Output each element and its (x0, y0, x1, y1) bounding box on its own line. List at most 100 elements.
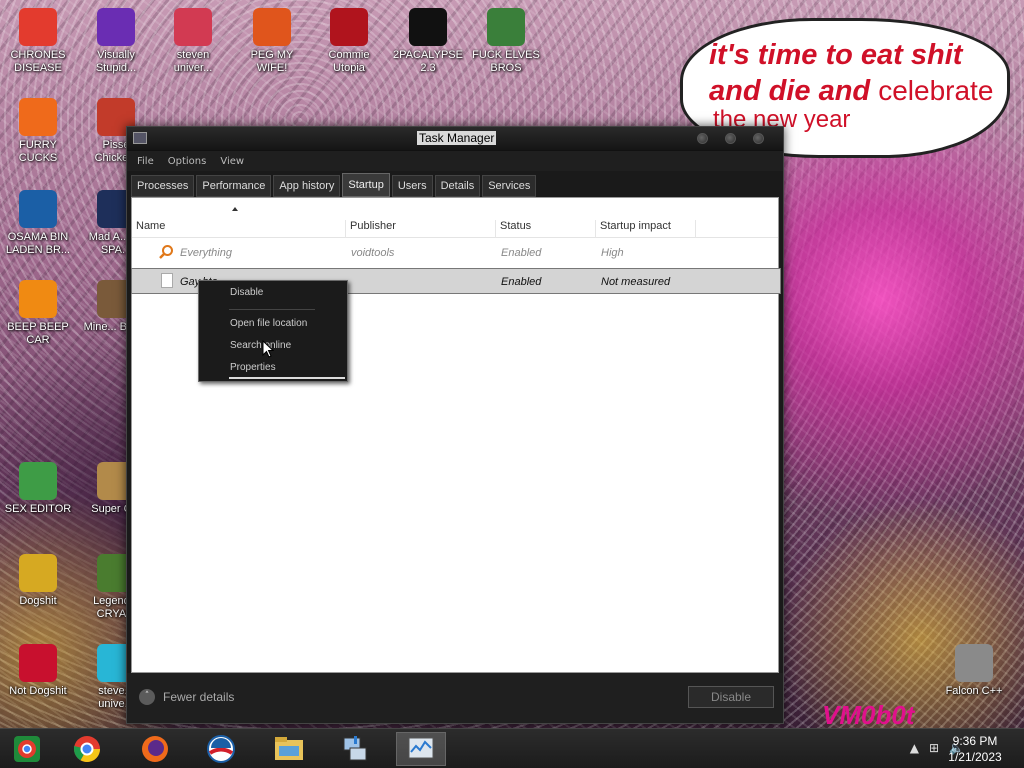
desktop-shortcut[interactable]: Dogshit (3, 554, 73, 608)
desktop-shortcut[interactable]: OSAMA BIN LADEN BR... (3, 190, 73, 257)
close-button[interactable] (753, 133, 764, 144)
taskbar-obama[interactable] (196, 732, 246, 766)
commie-icon (330, 8, 368, 46)
task-manager-window: Task Manager File Options View Processes… (126, 126, 784, 724)
desktop-shortcut-label: FUCK ELVES BROS (472, 49, 540, 74)
desktop-shortcut[interactable]: Falcon C++ (939, 644, 1009, 698)
elf-icon (487, 8, 525, 46)
desktop-shortcut[interactable]: Not Dogshit (3, 644, 73, 698)
fewer-details-link[interactable]: Fewer details (163, 690, 234, 704)
desktop-shortcut[interactable]: BEEP BEEP CAR (3, 280, 73, 347)
tab-app-history[interactable]: App history (273, 175, 341, 197)
row-impact: Not measured (601, 276, 671, 288)
menu-bar: File Options View (127, 151, 783, 171)
context-menu-open-file-location[interactable]: Open file location (230, 318, 307, 329)
desktop-shortcut[interactable]: SEX EDITOR (3, 462, 73, 516)
network-tool-icon (343, 736, 367, 761)
column-header-status[interactable]: Status (496, 220, 596, 238)
obama-icon (207, 735, 235, 763)
desktop-shortcut[interactable]: steven univer... (158, 8, 228, 75)
desktop-shortcut-label: BEEP BEEP CAR (7, 321, 69, 346)
taskbar-task-manager[interactable] (396, 732, 446, 766)
start-button[interactable] (2, 732, 52, 766)
desktop-shortcut[interactable]: CHRONES DISEASE (3, 8, 73, 75)
desktop-shortcut[interactable]: PEG MY WIFE! (237, 8, 307, 75)
pizza-icon (253, 8, 291, 46)
row-status: Enabled (501, 276, 542, 288)
show-hidden-icons-icon[interactable]: ▲ (910, 741, 919, 755)
column-header-publisher[interactable]: Publisher (346, 220, 496, 238)
taskbar-firefox[interactable] (130, 732, 180, 766)
context-menu-search-online[interactable]: Search online (230, 340, 291, 351)
mouse-pointer-icon (262, 340, 274, 358)
row-publisher: voidtools (351, 247, 395, 259)
taskbar-clock[interactable]: 9:36 PM 1/21/2023 (940, 733, 1010, 765)
clock-time: 9:36 PM (952, 734, 998, 748)
desktop-shortcut[interactable]: Visually Stupid... (81, 8, 151, 75)
file-icon (161, 273, 173, 288)
minimize-button[interactable] (697, 133, 708, 144)
obama-icon (19, 190, 57, 228)
startup-list: Name Publisher Status Startup impact Eve… (131, 197, 781, 673)
task-manager-app-icon (133, 132, 147, 144)
terminal-icon (409, 8, 447, 46)
chevron-up-icon[interactable]: ˄ (139, 689, 155, 705)
menu-view[interactable]: View (220, 156, 244, 167)
chrome-icon (73, 736, 101, 763)
column-header-startup-impact[interactable]: Startup impact (596, 220, 696, 238)
desktop-shortcut[interactable]: 2PACALYPSE 2.3 (393, 8, 463, 75)
vlc-icon (19, 280, 57, 318)
row-name: Everything (180, 247, 232, 259)
tab-details[interactable]: Details (434, 175, 481, 197)
speech-line-1: it's time to eat shit (709, 39, 963, 71)
taskbar-chrome[interactable] (62, 732, 112, 766)
watermark-text: VM0b0t (822, 700, 915, 730)
column-header-name[interactable]: Name (132, 220, 346, 238)
search-magnifier-icon (159, 245, 173, 259)
context-menu: Disable Open file location Search online… (198, 280, 348, 382)
taskbar-network-tool[interactable] (330, 732, 380, 766)
file-explorer-icon (275, 737, 303, 760)
disable-button[interactable]: Disable (688, 686, 774, 708)
tab-services[interactable]: Services (482, 175, 537, 197)
dog-icon (19, 554, 57, 592)
speech-line-2-bold: and die and (709, 75, 871, 107)
start-icon (14, 736, 40, 762)
network-icon[interactable]: ⊞ (929, 741, 939, 755)
desktop-shortcut-label: steven univer... (173, 49, 213, 74)
table-row[interactable]: Everything voidtools Enabled High (132, 240, 778, 266)
context-menu-properties[interactable]: Properties (230, 362, 276, 373)
context-menu-disable[interactable]: Disable (230, 287, 263, 298)
title-bar[interactable]: Task Manager (127, 127, 783, 151)
window-footer: ˄ Fewer details Disable (127, 673, 783, 723)
desktop-shortcut-label: SEX EDITOR (4, 503, 72, 515)
tab-strip: Processes Performance App history Startu… (131, 171, 783, 197)
list-header: Name Publisher Status Startup impact (132, 198, 778, 238)
tab-startup[interactable]: Startup (342, 173, 390, 197)
menu-file[interactable]: File (137, 156, 154, 167)
desktop-shortcut-label: FURRY CUCKS (18, 139, 58, 164)
sort-ascending-icon (232, 207, 238, 211)
tab-users[interactable]: Users (391, 175, 433, 197)
tab-performance[interactable]: Performance (196, 175, 272, 197)
steven-universe-icon (174, 8, 212, 46)
desktop-shortcut-label: Visually Stupid... (95, 49, 137, 74)
desktop-shortcut[interactable]: Commie Utopia (314, 8, 384, 75)
chrome-icon (19, 8, 57, 46)
desktop-shortcut-label: PEG MY WIFE! (250, 49, 294, 74)
desktop-shortcut-label: 2PACALYPSE 2.3 (393, 49, 463, 74)
desktop-shortcut-label: Commie Utopia (328, 49, 370, 74)
desktop-shortcut-label: OSAMA BIN LADEN BR... (5, 231, 71, 256)
menu-options[interactable]: Options (168, 156, 207, 167)
tab-processes[interactable]: Processes (131, 175, 195, 197)
taskbar-file-explorer[interactable] (264, 732, 314, 766)
firefox-icon (19, 98, 57, 136)
menu-highlight-bar (229, 377, 345, 379)
clock-date: 1/21/2023 (948, 750, 1002, 764)
desktop-shortcut[interactable]: FURRY CUCKS (3, 98, 73, 165)
maximize-button[interactable] (725, 133, 736, 144)
desktop-shortcut[interactable]: FUCK ELVES BROS (471, 8, 541, 75)
row-status: Enabled (501, 247, 542, 259)
speech-line-2: and die and celebrate (709, 73, 997, 109)
desktop-shortcut-label: Dogshit (19, 595, 57, 607)
